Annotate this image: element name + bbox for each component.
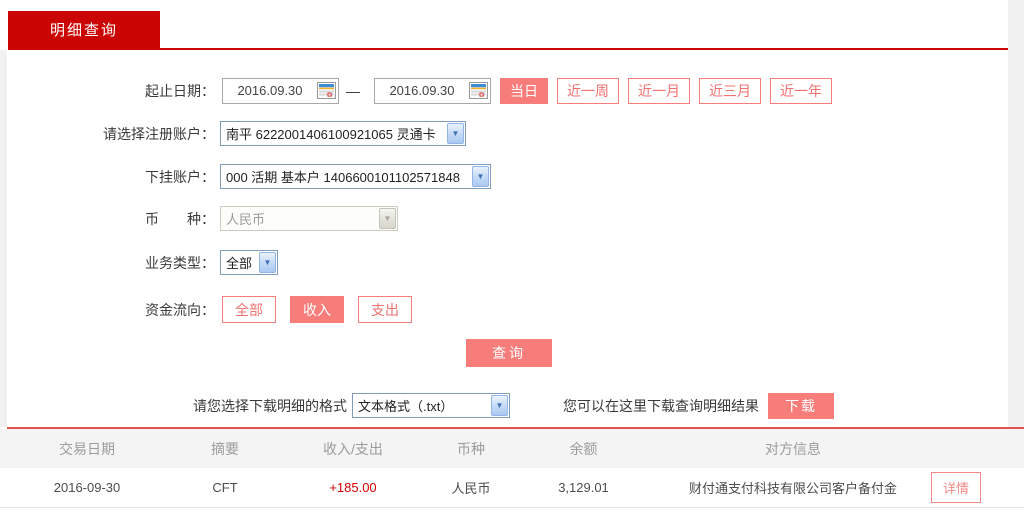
sub-account-row: 下挂账户： 000 活期 基本户 1406600101102571848 ▼ <box>7 163 491 190</box>
table-row: 2016-09-30 CFT +185.00 人民币 3,129.01 财付通支… <box>0 468 1024 508</box>
fund-flow-expense-button[interactable]: 支出 <box>358 296 412 323</box>
chevron-down-icon: ▼ <box>447 123 464 144</box>
header-amount: 收入/支出 <box>276 439 430 459</box>
quick-range-year-button[interactable]: 近一年 <box>770 78 832 104</box>
detail-query-page: 明细查询 起止日期： 2016.09.30 — 2016.09 <box>0 0 1024 512</box>
register-account-select[interactable]: 南平 6222001406100921065 灵通卡 ▼ <box>220 121 466 146</box>
detail-button[interactable]: 详情 <box>931 472 981 503</box>
date-range-label: 起止日期： <box>7 81 215 101</box>
quick-range-3months-button[interactable]: 近三月 <box>699 78 761 104</box>
table-header-row: 交易日期 摘要 收入/支出 币种 余额 对方信息 <box>0 429 1024 468</box>
download-format-select[interactable]: 文本格式（.txt） ▼ <box>352 393 510 418</box>
register-account-value: 南平 6222001406100921065 灵通卡 <box>221 124 447 143</box>
tab-detail-query[interactable]: 明细查询 <box>8 11 160 48</box>
quick-range-month-button[interactable]: 近一月 <box>628 78 690 104</box>
page-margin-left <box>0 50 7 427</box>
cell-balance: 3,129.01 <box>512 480 655 495</box>
fund-flow-income-button[interactable]: 收入 <box>290 296 344 323</box>
business-type-row: 业务类型： 全部 ▼ <box>7 249 278 276</box>
start-date-value: 2016.09.30 <box>223 83 317 98</box>
quick-range-today-button[interactable]: 当日 <box>500 78 548 104</box>
chevron-down-icon: ▼ <box>472 166 489 187</box>
cell-amount: +185.00 <box>276 480 430 495</box>
download-format-value: 文本格式（.txt） <box>353 396 491 415</box>
header-date: 交易日期 <box>0 439 174 459</box>
business-type-select[interactable]: 全部 ▼ <box>220 250 278 275</box>
cell-counterparty: 财付通支付科技有限公司客户备付金 <box>655 478 931 497</box>
sub-account-label: 下挂账户： <box>7 167 215 187</box>
start-date-input[interactable]: 2016.09.30 <box>222 78 339 104</box>
header-balance: 余额 <box>512 439 655 459</box>
currency-label: 币 种： <box>7 209 215 229</box>
fund-flow-row: 资金流向： 全部 收入 支出 <box>7 296 412 323</box>
cell-currency: 人民币 <box>430 478 512 497</box>
business-type-label: 业务类型： <box>7 253 215 273</box>
business-type-value: 全部 <box>221 253 259 272</box>
register-account-label: 请选择注册账户： <box>7 124 215 144</box>
header-currency: 币种 <box>430 439 512 459</box>
chevron-down-icon: ▼ <box>491 395 508 416</box>
quick-range-week-button[interactable]: 近一周 <box>557 78 619 104</box>
currency-select: 人民币 ▼ <box>220 206 398 231</box>
calendar-icon[interactable] <box>469 82 488 99</box>
results-table: 交易日期 摘要 收入/支出 币种 余额 对方信息 2016-09-30 CFT … <box>0 427 1024 508</box>
tab-underline <box>8 48 1008 50</box>
currency-value: 人民币 <box>221 209 379 228</box>
cell-date: 2016-09-30 <box>0 480 174 495</box>
chevron-down-icon: ▼ <box>379 208 396 229</box>
download-format-label: 请您选择下载明细的格式 <box>193 396 347 416</box>
sub-account-select[interactable]: 000 活期 基本户 1406600101102571848 ▼ <box>220 164 491 189</box>
chevron-down-icon: ▼ <box>259 252 276 273</box>
date-range-row: 起止日期： 2016.09.30 — 2016.09.30 <box>7 77 832 104</box>
register-account-row: 请选择注册账户： 南平 6222001406100921065 灵通卡 ▼ <box>7 120 466 147</box>
download-row: 请您选择下载明细的格式 文本格式（.txt） ▼ 您可以在这里下载查询明细结果 … <box>193 392 834 419</box>
cell-actions: 详情 <box>931 472 1024 503</box>
download-button[interactable]: 下载 <box>768 393 834 419</box>
download-hint: 您可以在这里下载查询明细结果 <box>563 396 759 416</box>
date-range-separator: — <box>346 83 360 99</box>
fund-flow-label: 资金流向： <box>7 300 215 320</box>
cell-summary: CFT <box>174 480 276 495</box>
end-date-input[interactable]: 2016.09.30 <box>374 78 491 104</box>
fund-flow-all-button[interactable]: 全部 <box>222 296 276 323</box>
page-margin-right <box>1008 0 1024 427</box>
query-button[interactable]: 查询 <box>466 339 552 367</box>
currency-row: 币 种： 人民币 ▼ <box>7 205 398 232</box>
end-date-value: 2016.09.30 <box>375 83 469 98</box>
calendar-icon[interactable] <box>317 82 336 99</box>
header-summary: 摘要 <box>174 439 276 459</box>
header-counterparty: 对方信息 <box>655 439 931 459</box>
sub-account-value: 000 活期 基本户 1406600101102571848 <box>221 167 472 186</box>
